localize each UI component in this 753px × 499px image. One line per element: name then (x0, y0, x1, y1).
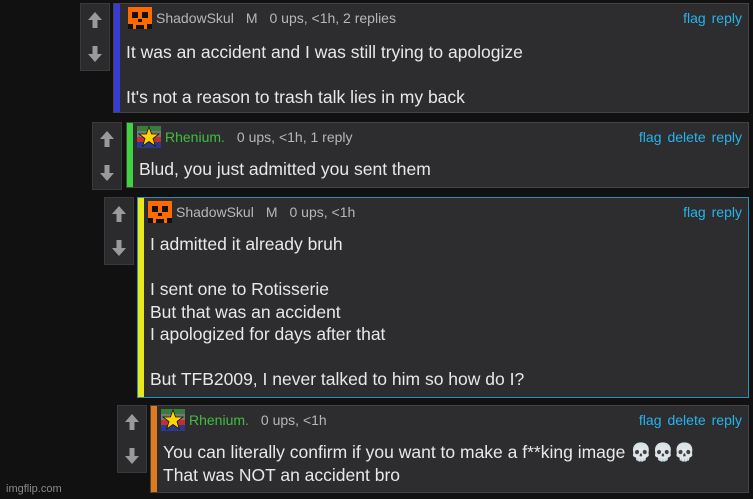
downvote-arrow-icon[interactable] (81, 40, 109, 68)
username[interactable]: ShadowSkul (176, 204, 254, 220)
comment-line: I admitted it already bruh (150, 234, 343, 254)
comment-header: Rhenium. 0 ups, <1h flag delete reply (161, 409, 742, 431)
comment-meta: 0 ups, <1h (260, 412, 327, 428)
flag-link[interactable]: flag (639, 129, 662, 145)
comment-meta: 0 ups, <1h (289, 204, 356, 220)
thread-depth-bar (127, 123, 133, 187)
comment-actions: flag delete reply (639, 412, 742, 428)
vote-column (92, 122, 122, 190)
comment-actions: flag delete reply (639, 129, 742, 145)
comment-header: ShadowSkul M 0 ups, <1h, 2 replies flag … (128, 7, 742, 29)
comment-actions: flag reply (683, 204, 742, 220)
upvote-arrow-icon[interactable] (81, 6, 109, 34)
downvote-arrow-icon[interactable] (105, 234, 133, 262)
comment-actions: flag reply (683, 10, 742, 26)
upvote-arrow-icon[interactable] (93, 125, 121, 153)
thread-depth-bar (138, 198, 144, 397)
comment: ShadowSkul M 0 ups, <1h flag reply I adm… (137, 197, 749, 398)
watermark: imgflip.com (6, 483, 62, 495)
reply-link[interactable]: reply (712, 10, 742, 26)
comment-line (150, 256, 740, 279)
username[interactable]: Rhenium. (165, 129, 225, 145)
orange-skull-avatar-icon[interactable] (148, 201, 172, 223)
comment-line (150, 346, 740, 369)
mod-badge: M (245, 10, 258, 26)
comment-line: It's not a reason to trash talk lies in … (126, 87, 465, 107)
comment-body: Blud, you just admitted you sent them (139, 158, 740, 181)
star-avatar-icon[interactable] (161, 409, 185, 431)
upvote-arrow-icon[interactable] (118, 408, 146, 436)
comment-line (126, 64, 740, 87)
reply-link[interactable]: reply (712, 412, 742, 428)
flag-link[interactable]: flag (683, 10, 706, 26)
reply-link[interactable]: reply (712, 129, 742, 145)
comment-header: ShadowSkul M 0 ups, <1h flag reply (148, 201, 742, 223)
orange-skull-avatar-icon[interactable] (128, 7, 152, 29)
comment-meta: 0 ups, <1h, 1 reply (236, 129, 353, 145)
comment: Rhenium. 0 ups, <1h flag delete reply Yo… (150, 405, 749, 493)
flag-link[interactable]: flag (683, 204, 706, 220)
comment-line: But that was an accident (150, 301, 341, 322)
comment-line: I apologized for days after that (150, 324, 386, 344)
downvote-arrow-icon[interactable] (93, 159, 121, 187)
downvote-arrow-icon[interactable] (118, 442, 146, 470)
vote-column (117, 405, 147, 473)
comment-line: It was an accident and I was still tryin… (126, 42, 523, 62)
delete-link[interactable]: delete (667, 129, 705, 145)
comment-line: Blud, you just admitted you sent them (139, 159, 431, 179)
comment-line: But TFB2009, I never talked to him so ho… (150, 369, 525, 389)
upvote-arrow-icon[interactable] (105, 200, 133, 228)
username[interactable]: Rhenium. (189, 412, 249, 428)
vote-column (104, 197, 134, 265)
comment-body: I admitted it already bruh I sent one to… (150, 233, 740, 391)
comment-meta: 0 ups, <1h, 2 replies (269, 10, 396, 26)
comment: Rhenium. 0 ups, <1h, 1 reply flag delete… (126, 122, 749, 188)
comment-line: I sent one to Rotisserie (150, 279, 329, 299)
mod-badge: M (265, 204, 278, 220)
comment-body: You can literally confirm if you want to… (163, 441, 740, 486)
comment-line: You can literally confirm if you want to… (163, 442, 696, 462)
flag-link[interactable]: flag (639, 412, 662, 428)
reply-link[interactable]: reply (712, 204, 742, 220)
vote-column (80, 3, 110, 71)
comment: ShadowSkul M 0 ups, <1h, 2 replies flag … (113, 3, 749, 113)
comment-body: It was an accident and I was still tryin… (126, 41, 740, 109)
thread-depth-bar (114, 4, 120, 112)
thread-depth-bar (151, 406, 157, 492)
comment-header: Rhenium. 0 ups, <1h, 1 reply flag delete… (137, 126, 742, 148)
comment-line: That was NOT an accident bro (163, 464, 401, 485)
star-avatar-icon[interactable] (137, 126, 161, 148)
delete-link[interactable]: delete (667, 412, 705, 428)
username[interactable]: ShadowSkul (156, 10, 234, 26)
